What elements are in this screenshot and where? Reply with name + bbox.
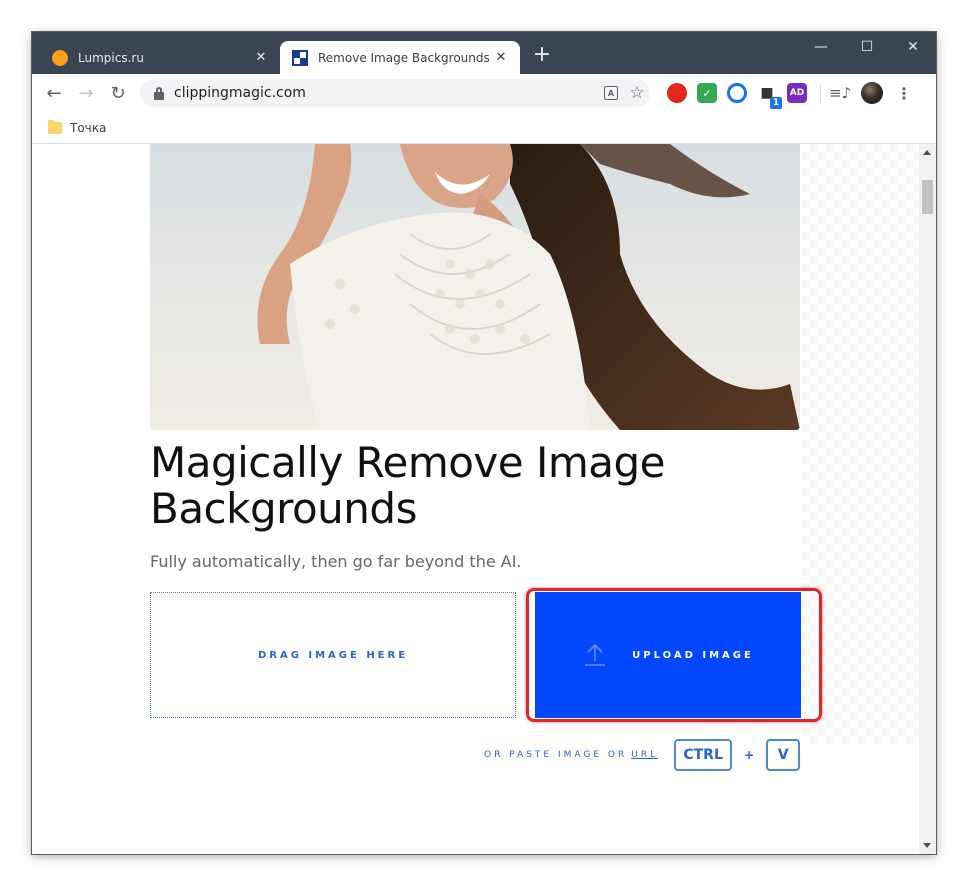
globe-extension-icon[interactable] (727, 83, 747, 103)
tab-title: Remove Image Backgrounds Onl (318, 50, 492, 65)
upload-image-button[interactable]: UPLOAD IMAGE (535, 592, 801, 718)
window-controls: — ☐ ✕ (798, 32, 936, 62)
url-text[interactable]: clippingmagic.com (174, 85, 598, 101)
forward-arrow-icon[interactable]: → (70, 77, 102, 109)
upload-image-label: UPLOAD IMAGE (632, 649, 754, 661)
page-scrollbar[interactable] (919, 144, 936, 854)
new-tab-icon[interactable]: + (530, 44, 554, 68)
orange-favicon-icon (52, 49, 68, 66)
tab-clippingmagic[interactable]: Remove Image Backgrounds Onl ✕ (280, 41, 520, 74)
lock-icon (152, 86, 166, 100)
v-key-badge: V (766, 739, 801, 771)
browser-toolbar: ← → ↻ clippingmagic.com A ☆ ✓ ■ 1 AD ≡♪ ⋮ (32, 74, 936, 112)
page-title: Magically Remove Image Backgrounds (150, 438, 666, 533)
drag-image-dropzone[interactable]: DRAG IMAGE HERE (150, 592, 516, 718)
paste-url-link[interactable]: URL (631, 750, 658, 760)
drag-image-label: DRAG IMAGE HERE (257, 649, 409, 661)
profile-avatar[interactable] (861, 82, 883, 104)
maximize-icon[interactable]: ☐ (844, 32, 890, 62)
hero-photo-illustration (150, 144, 800, 430)
checker-favicon-icon (292, 49, 308, 66)
page-subtitle: Fully automatically, then go far beyond … (150, 552, 522, 571)
check-extension-icon[interactable]: ✓ (697, 83, 717, 103)
translate-icon[interactable]: A (598, 80, 624, 106)
adblock-extension-icon[interactable] (667, 83, 687, 103)
scroll-up-arrow-icon[interactable] (923, 150, 931, 155)
browser-menu-icon[interactable]: ⋮ (893, 84, 915, 103)
address-bar[interactable]: clippingmagic.com A ☆ (140, 79, 650, 107)
bookmark-folder[interactable]: Точка (48, 119, 107, 135)
tab-lumpics[interactable]: Lumpics.ru ✕ (40, 41, 280, 74)
scroll-down-arrow-icon[interactable] (923, 843, 931, 848)
upload-arrow-icon (585, 643, 606, 666)
paste-hint-text: OR PASTE IMAGE OR (484, 750, 628, 760)
close-window-icon[interactable]: ✕ (890, 32, 936, 62)
hero-photo (150, 144, 800, 430)
paste-hint-row: OR PASTE IMAGE OR URL CTRL + V (484, 738, 801, 772)
tab-title: Lumpics.ru (78, 50, 144, 65)
toolbar-separator (820, 84, 821, 102)
folder-icon (48, 119, 62, 134)
minimize-icon[interactable]: — (798, 32, 844, 62)
media-control-icon[interactable]: ≡♪ (829, 84, 851, 102)
extensions-area: ✓ ■ 1 AD ≡♪ ⋮ (662, 82, 915, 109)
tab-close-icon[interactable]: ✕ (252, 50, 270, 65)
bookmark-star-icon[interactable]: ☆ (624, 80, 650, 106)
ad-extension-icon[interactable]: AD (787, 83, 807, 103)
page-viewport: Magically Remove Image Backgrounds Fully… (32, 144, 919, 854)
ctrl-key-badge: CTRL (674, 739, 733, 771)
tab-close-icon[interactable]: ✕ (492, 50, 510, 65)
scrollbar-thumb[interactable] (922, 180, 933, 214)
reload-icon[interactable]: ↻ (102, 77, 134, 109)
tab-strip: Lumpics.ru ✕ Remove Image Backgrounds On… (32, 32, 936, 74)
bookmark-label: Точка (70, 120, 107, 135)
plus-sign: + (744, 748, 755, 762)
browser-window: Lumpics.ru ✕ Remove Image Backgrounds On… (32, 32, 936, 854)
back-arrow-icon[interactable]: ← (38, 77, 70, 109)
extension-badge: 1 (770, 97, 782, 109)
cube-extension-icon[interactable]: ■ 1 (757, 83, 782, 109)
bookmarks-bar: Точка (32, 112, 936, 144)
